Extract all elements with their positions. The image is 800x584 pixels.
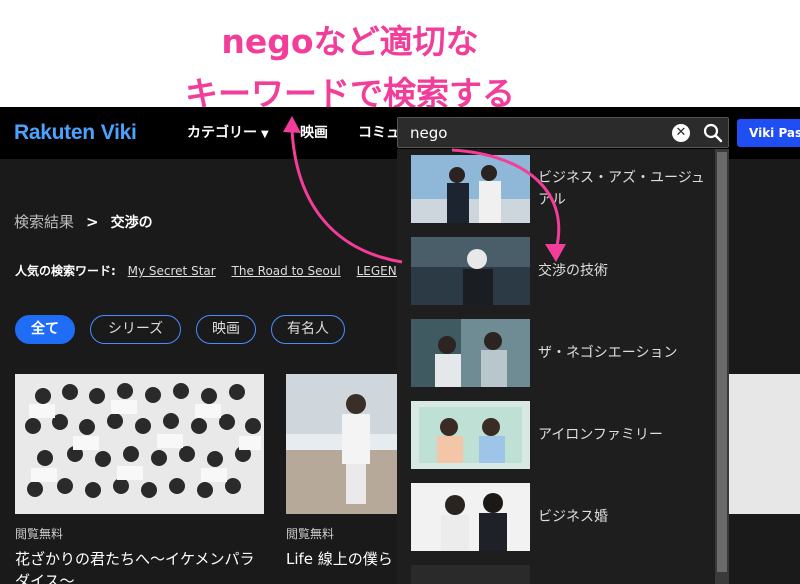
filter-series[interactable]: シリーズ: [90, 315, 181, 344]
logo-viki-text: Viki: [100, 121, 137, 144]
next-card-partial[interactable]: [729, 374, 800, 514]
breadcrumb: 検索結果 > 交渉の: [14, 211, 153, 232]
suggestion-item[interactable]: ビジネス・アズ・ユージュアル: [411, 155, 711, 223]
suggestion-thumbnail: [411, 565, 530, 584]
nav-category[interactable]: カテゴリー ▼: [187, 122, 269, 142]
breadcrumb-term: 交渉の: [110, 215, 153, 231]
popular-word[interactable]: My Secret Star: [128, 264, 216, 278]
card-badge: 閲覧無料: [15, 527, 64, 541]
suggestion-title: アイロンファミリー: [538, 427, 663, 443]
popular-word[interactable]: The Road to Seoul: [232, 264, 341, 278]
suggestion-thumbnail: [411, 319, 530, 387]
popular-searches: 人気の検索ワード: My Secret Star The Road to Seo…: [15, 262, 418, 279]
search-icon[interactable]: [703, 123, 723, 143]
filter-movie[interactable]: 映画: [196, 315, 256, 344]
filter-all[interactable]: 全て: [15, 315, 75, 344]
suggestion-title: ビジネス・アズ・ユージュアル: [538, 170, 705, 208]
viki-pass-button[interactable]: Viki Pas: [737, 119, 800, 147]
suggestion-title: ザ・ネゴシエーション: [538, 345, 678, 361]
suggestion-item[interactable]: 交渉の技術: [411, 237, 711, 305]
card-title[interactable]: 花ざかりの君たちへ～イケメンパラダイス～: [15, 548, 264, 584]
annotation-line-1: negoなど適切な: [221, 22, 479, 61]
clear-search-icon[interactable]: ✕: [672, 124, 690, 142]
logo-rakuten-text: Rakuten: [14, 121, 95, 144]
suggestion-thumbnail: [411, 483, 530, 551]
popular-searches-label: 人気の検索ワード:: [15, 264, 116, 278]
suggestion-item-partial[interactable]: [411, 565, 711, 584]
search-box: ✕: [397, 117, 729, 148]
nav-movie[interactable]: 映画: [300, 122, 328, 142]
result-card[interactable]: 閲覧無料 花ざかりの君たちへ～イケメンパラダイス～: [15, 374, 264, 584]
suggestion-thumbnail: [411, 401, 530, 469]
nav-community[interactable]: コミュ: [358, 122, 400, 142]
suggestion-item[interactable]: ビジネス婚: [411, 483, 711, 551]
suggestion-thumbnail: [411, 155, 530, 223]
breadcrumb-root[interactable]: 検索結果: [14, 213, 74, 231]
suggestion-title: 交渉の技術: [538, 263, 608, 279]
nav-category-label: カテゴリー: [187, 125, 257, 141]
suggestion-thumbnail: [411, 237, 530, 305]
rakuten-viki-logo[interactable]: Rakuten Viki: [14, 121, 137, 145]
suggestion-title: ビジネス婚: [538, 509, 608, 525]
filter-celebrity[interactable]: 有名人: [271, 315, 345, 344]
suggestion-item[interactable]: ザ・ネゴシエーション: [411, 319, 711, 387]
breadcrumb-separator-icon: >: [86, 213, 99, 231]
suggestion-item[interactable]: アイロンファミリー: [411, 401, 711, 469]
search-input[interactable]: [410, 123, 660, 143]
caret-down-icon: ▼: [261, 129, 269, 140]
dropdown-scrollbar-thumb[interactable]: [717, 152, 727, 572]
card-thumbnail[interactable]: [15, 374, 264, 514]
